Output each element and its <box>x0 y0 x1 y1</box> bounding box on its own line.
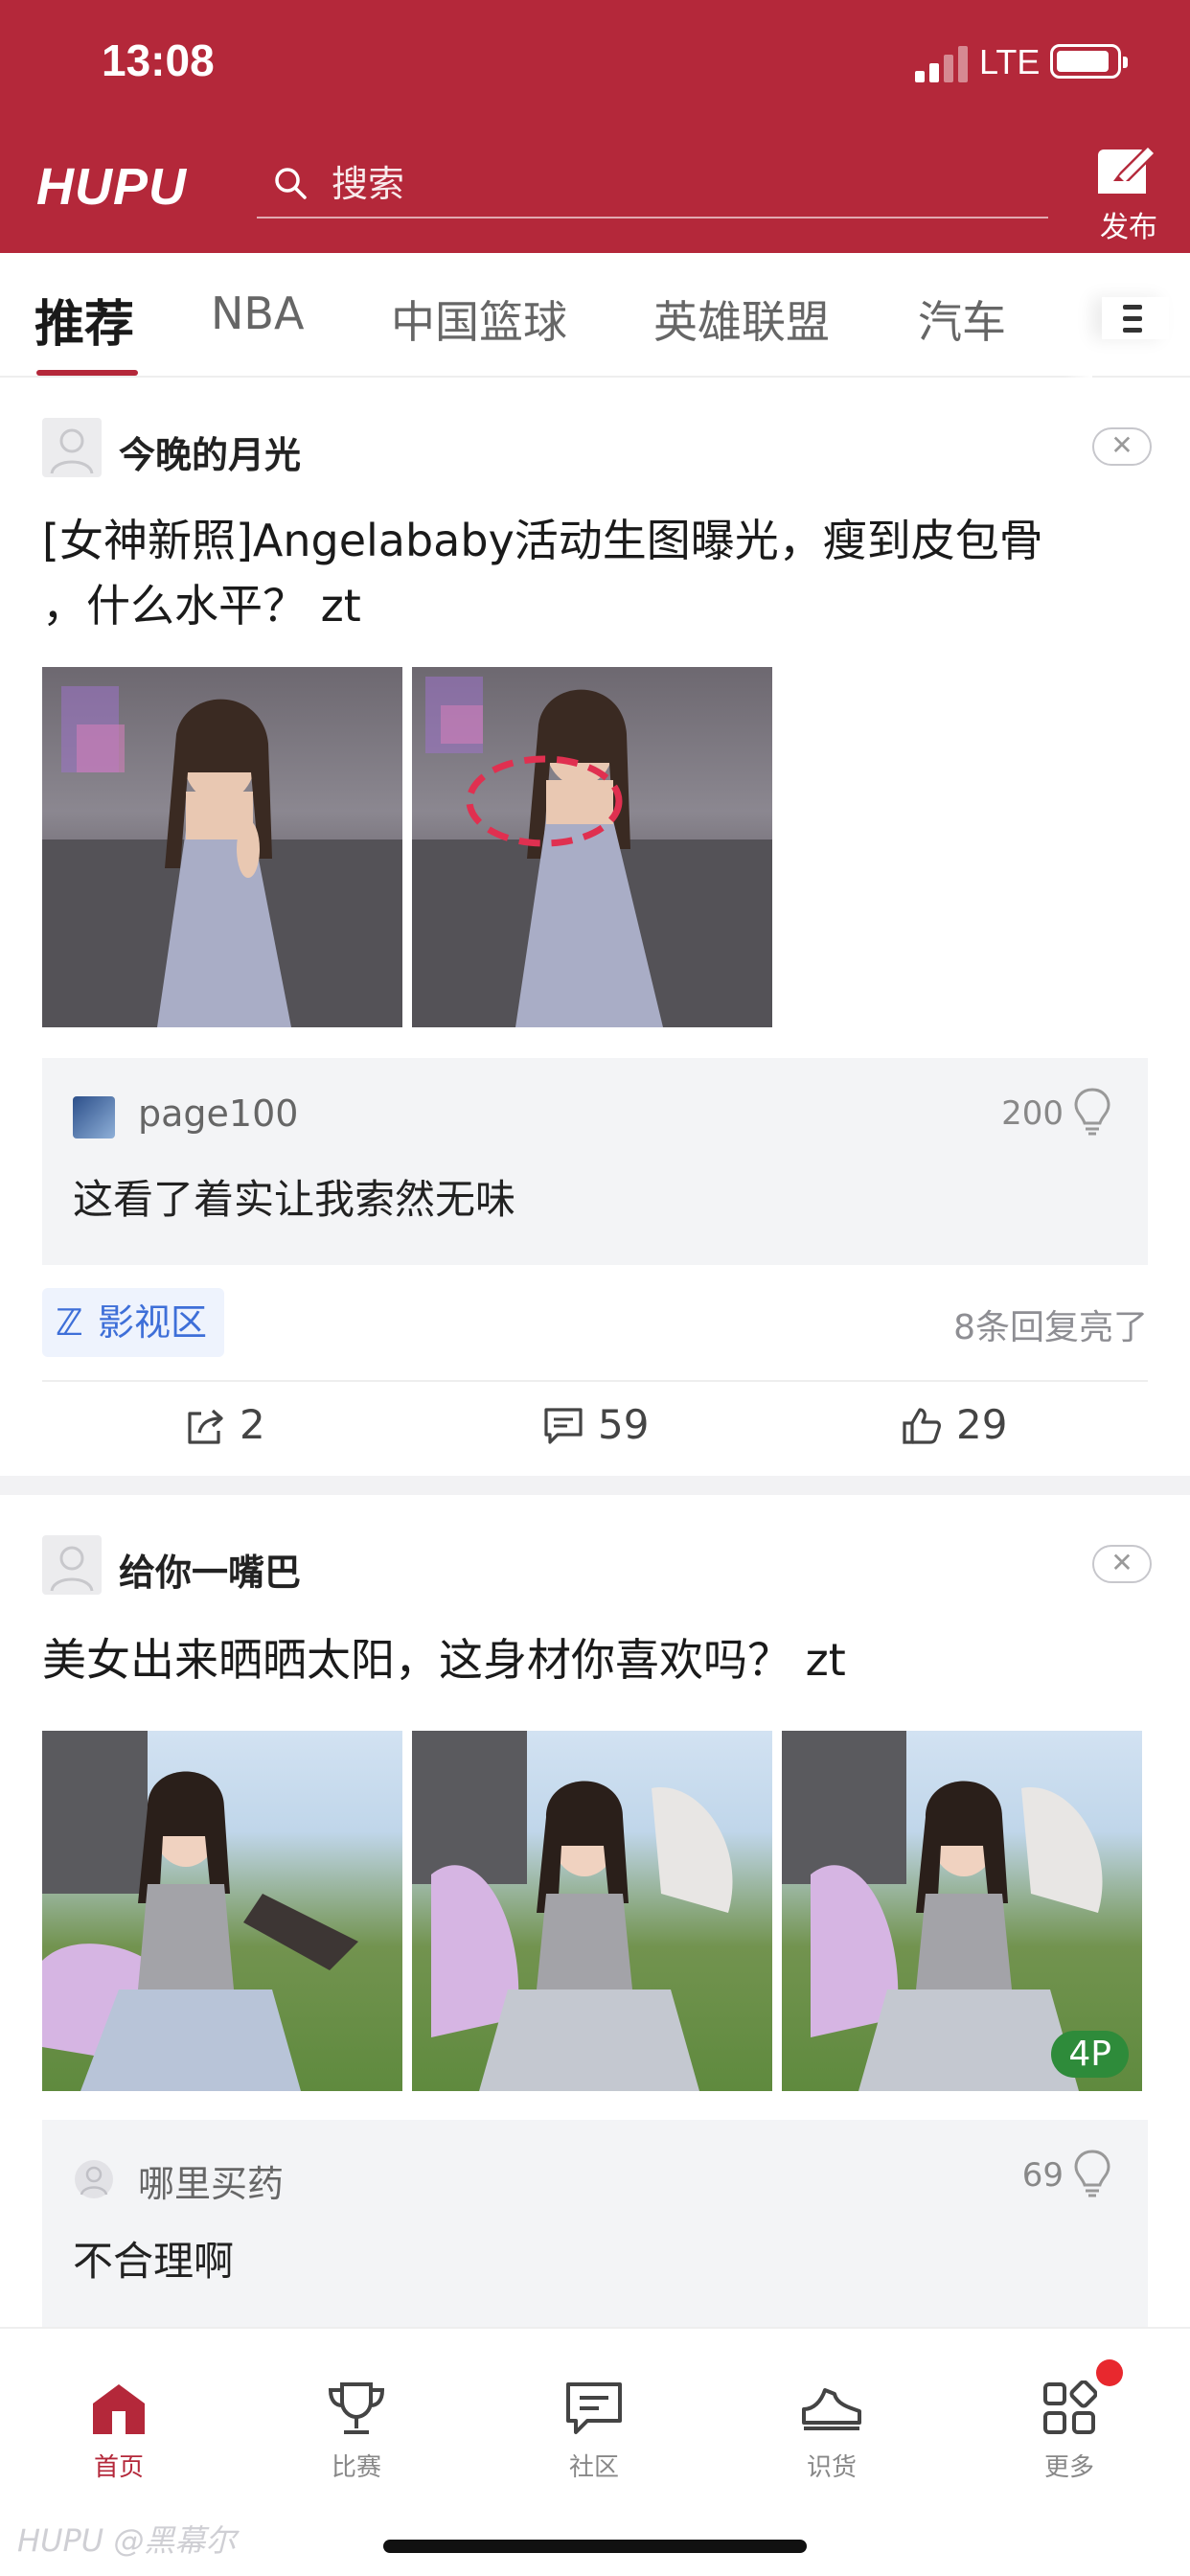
nav-community-label: 社区 <box>568 2453 619 2482</box>
tab-menu-icon[interactable] <box>1102 297 1169 339</box>
comment-text: 这看了着实让我索然无味 <box>73 1176 516 1223</box>
person-photo <box>42 686 402 1027</box>
thumbs-up-icon <box>903 1408 941 1444</box>
person-photo <box>42 1731 358 2091</box>
watermark: HUPU @黑幕尔 <box>17 2522 237 2559</box>
network-type: LTE <box>979 42 1041 81</box>
default-avatar-icon <box>50 1546 94 1592</box>
signal-icon <box>915 46 968 82</box>
bottom-navigation: 首页 比赛 社区 识货 更多 HUPU @黑幕尔 <box>0 2327 1190 2576</box>
lit-replies-count[interactable]: 8条回复亮了 <box>953 1300 1148 1349</box>
app-header: 13:08 LTE HUPU 发布 <box>0 0 1190 253</box>
nav-shopping-label: 识货 <box>806 2453 857 2482</box>
channel-label: 影视区 <box>98 1301 208 1344</box>
status-time: 13:08 <box>102 35 215 85</box>
tab-fade <box>1064 253 1092 378</box>
lightbulb-icon[interactable] <box>1073 2149 1111 2198</box>
divider <box>42 1380 1148 1382</box>
feed-post[interactable]: 给你一嘴巴 ✕ 美女出来晒晒太阳，这身材你喜欢吗？ zt 4P 哪里买药 69 … <box>0 1495 1190 2327</box>
post-separator <box>0 1476 1190 1495</box>
channel-tag[interactable]: ℤ 影视区 <box>42 1288 225 1357</box>
person-photo <box>412 677 772 1027</box>
post-title-line: [女神新照]Angelababy活动生图曝光，瘦到皮包骨 <box>42 515 1043 566</box>
tab-cba[interactable]: 中国篮球 <box>391 288 567 351</box>
comment-button[interactable]: 59 <box>542 1401 649 1448</box>
nav-games[interactable]: 比赛 <box>289 2380 423 2483</box>
avatar[interactable] <box>42 1535 102 1595</box>
like-button[interactable]: 29 <box>901 1401 1007 1448</box>
post-title[interactable]: 美女出来晒晒太阳，这身材你喜欢吗？ zt <box>42 1627 1154 1692</box>
nav-games-label: 比赛 <box>331 2453 381 2482</box>
default-avatar-icon <box>50 428 94 474</box>
dismiss-post-icon[interactable]: ✕ <box>1092 1545 1152 1583</box>
post-author[interactable]: 今晚的月光 <box>119 426 301 478</box>
top-comment[interactable]: page100 200 这看了着实让我索然无味 <box>42 1058 1148 1265</box>
post-image[interactable] <box>42 667 402 1027</box>
comment-likes: 200 <box>1001 1094 1064 1133</box>
post-author[interactable]: 给你一嘴巴 <box>119 1543 301 1596</box>
comment-icon <box>544 1408 583 1444</box>
share-count: 2 <box>240 1401 265 1448</box>
tab-cars[interactable]: 汽车 <box>918 288 1006 351</box>
share-icon <box>188 1409 223 1444</box>
search-bar[interactable] <box>257 151 1048 218</box>
compose-icon <box>1098 142 1159 194</box>
category-tabs: 推荐 NBA 中国篮球 英雄联盟 汽车 <box>0 253 1190 378</box>
grid-icon <box>1043 2380 1098 2434</box>
top-comment[interactable]: 哪里买药 69 不合理啊 <box>42 2120 1148 2327</box>
search-input[interactable] <box>332 157 1002 211</box>
battery-icon <box>1050 44 1128 79</box>
photo-count-badge: 4P <box>1051 2031 1129 2078</box>
like-count: 29 <box>956 1401 1008 1448</box>
nav-more-label: 更多 <box>1043 2453 1094 2482</box>
post-image[interactable] <box>42 1731 402 2091</box>
home-icon <box>93 2384 145 2434</box>
post-image[interactable]: 4P <box>782 1731 1142 2091</box>
share-button[interactable]: 2 <box>184 1401 265 1448</box>
notification-badge <box>1096 2359 1123 2386</box>
dismiss-post-icon[interactable]: ✕ <box>1092 427 1152 466</box>
post-image[interactable] <box>412 1731 772 2091</box>
post-image[interactable] <box>412 667 772 1027</box>
active-tab-indicator <box>36 370 138 376</box>
comment-user[interactable]: 哪里买药 <box>138 2154 284 2207</box>
tab-lol[interactable]: 英雄联盟 <box>653 288 830 351</box>
nav-more[interactable]: 更多 <box>1002 2380 1136 2483</box>
hupu-logo[interactable]: HUPU <box>36 157 187 217</box>
post-title-line: ，什么水平？ zt <box>42 580 361 632</box>
nav-community[interactable]: 社区 <box>527 2380 661 2483</box>
nav-shopping[interactable]: 识货 <box>765 2380 899 2483</box>
nav-home-label: 首页 <box>93 2453 144 2482</box>
trophy-icon <box>328 2382 385 2434</box>
channel-icon: ℤ <box>56 1301 83 1344</box>
lightbulb-icon[interactable] <box>1073 1087 1111 1137</box>
avatar[interactable] <box>73 2158 115 2200</box>
tab-recommend[interactable]: 推荐 <box>34 284 134 356</box>
post-button-label: 发布 <box>1100 211 1157 244</box>
search-icon <box>275 168 307 199</box>
comment-count: 59 <box>598 1401 650 1448</box>
home-indicator[interactable] <box>383 2540 807 2553</box>
avatar[interactable] <box>42 418 102 477</box>
default-avatar-icon <box>75 2160 113 2198</box>
comment-user[interactable]: page100 <box>138 1092 298 1135</box>
tab-nba[interactable]: NBA <box>211 288 304 339</box>
person-photo <box>412 1731 733 2091</box>
feed-post[interactable]: 今晚的月光 ✕ [女神新照]Angelababy活动生图曝光，瘦到皮包骨 ，什么… <box>0 378 1190 1476</box>
avatar[interactable] <box>73 1096 115 1138</box>
nav-home[interactable]: 首页 <box>52 2380 186 2483</box>
post-title[interactable]: [女神新照]Angelababy活动生图曝光，瘦到皮包骨 ，什么水平？ zt <box>42 508 1154 638</box>
post-button[interactable]: 发布 <box>1087 142 1171 244</box>
comment-likes: 69 <box>1021 2156 1064 2195</box>
comment-text: 不合理啊 <box>73 2238 235 2285</box>
community-icon <box>566 2382 622 2434</box>
sneaker-icon <box>802 2388 861 2430</box>
